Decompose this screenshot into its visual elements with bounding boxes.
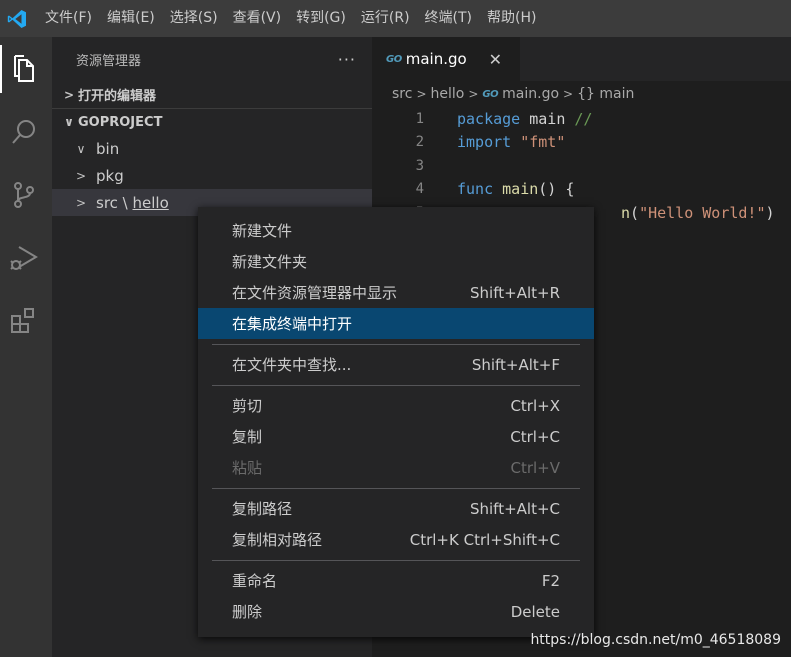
tree-item-pkg[interactable]: > pkg — [52, 162, 372, 189]
tree-item-bin[interactable]: ∨ bin — [52, 135, 372, 162]
tab-main-go[interactable]: GO main.go ✕ — [372, 37, 520, 81]
activity-bar — [0, 37, 52, 657]
code-text: package main // — [457, 109, 593, 128]
open-editors-section[interactable]: > 打开的编辑器 — [52, 81, 372, 108]
breadcrumb-hello[interactable]: hello — [431, 86, 465, 102]
menu-separator — [198, 339, 594, 349]
menu-separator — [198, 380, 594, 390]
vscode-logo-icon — [2, 0, 32, 37]
menu-item-reveal-in-explorer[interactable]: 在文件资源管理器中显示 Shift+Alt+R — [198, 277, 594, 308]
menu-help[interactable]: 帮助(H) — [482, 0, 541, 37]
folder-src: src — [96, 193, 118, 212]
breadcrumb: src > hello > GO main.go > {} main — [372, 81, 791, 107]
menu-selection[interactable]: 选择(S) — [165, 0, 223, 37]
menu-separator — [198, 483, 594, 493]
chevron-down-icon: ∨ — [64, 115, 74, 129]
line-number: 2 — [415, 134, 424, 151]
go-file-icon: GO — [482, 88, 499, 100]
menu-run[interactable]: 运行(R) — [356, 0, 415, 37]
explorer-icon[interactable] — [0, 45, 48, 93]
menu-edit[interactable]: 编辑(E) — [102, 0, 160, 37]
menu-terminal[interactable]: 终端(T) — [420, 0, 477, 37]
menu-file[interactable]: 文件(F) — [40, 0, 97, 37]
chevron-right-icon: > — [416, 87, 427, 101]
menu-item-copy-path[interactable]: 复制路径 Shift+Alt+C — [198, 493, 594, 524]
breadcrumb-symbol[interactable]: {} main — [577, 86, 634, 102]
line-number: 3 — [415, 157, 424, 174]
more-actions-icon[interactable]: ··· — [338, 50, 356, 69]
breadcrumb-file[interactable]: main.go — [502, 86, 559, 102]
project-label: GOPROJECT — [78, 114, 163, 130]
sidebar-title: 资源管理器 — [76, 53, 142, 69]
path-separator: \ — [117, 193, 133, 212]
sidebar-header: 资源管理器 ··· — [52, 37, 372, 81]
chevron-right-icon: > — [75, 195, 87, 210]
chevron-right-icon: > — [468, 87, 479, 101]
menu-item-new-file[interactable]: 新建文件 — [198, 215, 594, 246]
tree-item-label: bin — [96, 139, 120, 158]
tree-item-label: pkg — [96, 166, 124, 185]
code-line: 4 func main() { — [372, 178, 791, 202]
close-icon[interactable]: ✕ — [489, 50, 502, 69]
code-text: n("Hello World!") — [621, 203, 775, 222]
chevron-right-icon: > — [75, 168, 87, 183]
code-text: import "fmt" — [457, 133, 566, 152]
code-line: 2 import "fmt" — [372, 131, 791, 155]
run-debug-icon[interactable] — [0, 234, 48, 282]
menu-item-cut[interactable]: 剪切 Ctrl+X — [198, 390, 594, 421]
extensions-icon[interactable] — [0, 297, 48, 345]
project-section[interactable]: ∨ GOPROJECT — [52, 108, 372, 135]
menu-item-new-folder[interactable]: 新建文件夹 — [198, 246, 594, 277]
chevron-right-icon: > — [563, 87, 574, 101]
menu-go[interactable]: 转到(G) — [291, 0, 351, 37]
menu-item-copy-relative-path[interactable]: 复制相对路径 Ctrl+K Ctrl+Shift+C — [198, 524, 594, 555]
breadcrumb-src[interactable]: src — [392, 86, 412, 102]
source-control-icon[interactable] — [0, 171, 48, 219]
chevron-right-icon: > — [63, 87, 75, 102]
menu-separator — [198, 555, 594, 565]
menu-view[interactable]: 查看(V) — [228, 0, 287, 37]
menu-item-rename[interactable]: 重命名 F2 — [198, 565, 594, 596]
title-bar: 文件(F) 编辑(E) 选择(S) 查看(V) 转到(G) 运行(R) 终端(T… — [0, 0, 791, 37]
code-line: 1 package main // — [372, 107, 791, 131]
search-icon[interactable] — [0, 108, 48, 156]
editor-tabs: GO main.go ✕ — [372, 37, 791, 81]
context-menu: 新建文件 新建文件夹 在文件资源管理器中显示 Shift+Alt+R 在集成终端… — [198, 207, 594, 637]
menu-item-copy[interactable]: 复制 Ctrl+C — [198, 421, 594, 452]
code-line: 3 — [372, 154, 791, 178]
menu-bar: 文件(F) 编辑(E) 选择(S) 查看(V) 转到(G) 运行(R) 终端(T… — [40, 0, 546, 37]
line-number: 1 — [415, 110, 424, 127]
tree-item-label: src \ hello — [96, 194, 169, 212]
open-editors-label: 打开的编辑器 — [78, 89, 157, 104]
menu-item-open-in-terminal[interactable]: 在集成终端中打开 — [198, 308, 594, 339]
go-file-icon: GO — [386, 53, 402, 65]
menu-item-delete[interactable]: 删除 Delete — [198, 596, 594, 627]
menu-item-find-in-folder[interactable]: 在文件夹中查找... Shift+Alt+F — [198, 349, 594, 380]
folder-hello: hello — [132, 193, 169, 212]
watermark-text: https://blog.csdn.net/m0_46518089 — [530, 632, 781, 648]
menu-item-paste: 粘贴 Ctrl+V — [232, 458, 560, 478]
tab-label: main.go — [405, 50, 467, 68]
code-text: func main() { — [457, 180, 575, 199]
chevron-down-icon: ∨ — [76, 141, 86, 156]
line-number: 4 — [415, 181, 424, 198]
